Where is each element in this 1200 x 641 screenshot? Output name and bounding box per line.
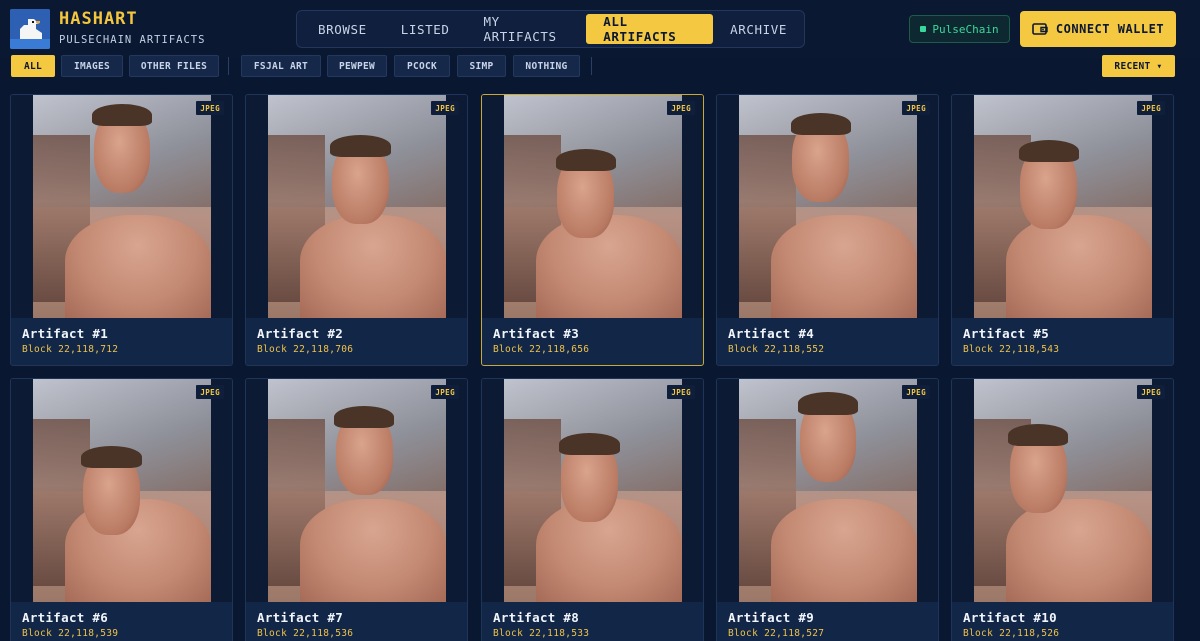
connect-wallet-button[interactable]: CONNECT WALLET <box>1020 11 1176 47</box>
tab-listed[interactable]: LISTED <box>384 14 467 44</box>
artifact-image <box>974 95 1152 318</box>
artifact-image <box>268 379 446 602</box>
artifact-block: Block 22,118,539 <box>22 628 119 639</box>
artifact-thumbnail[interactable]: JPEG <box>482 379 703 602</box>
artifact-thumbnail[interactable]: JPEG <box>246 95 467 318</box>
tab-all-artifacts[interactable]: ALL ARTIFACTS <box>586 14 714 44</box>
format-badge: JPEG <box>1137 101 1165 115</box>
artifact-card[interactable]: JPEG Artifact #1 Block 22,118,712 <box>10 94 233 366</box>
tab-archive[interactable]: ARCHIVE <box>713 14 804 44</box>
artifact-thumbnail[interactable]: JPEG <box>952 379 1173 602</box>
wallet-icon <box>1032 23 1048 35</box>
artifact-block: Block 22,118,552 <box>728 344 825 355</box>
artifact-card[interactable]: JPEG Artifact #5 Block 22,118,543 <box>951 94 1174 366</box>
top-bar: HASHART PULSECHAIN ARTIFACTS BROWSE LIST… <box>0 0 1200 58</box>
artifact-card[interactable]: JPEG Artifact #8 Block 22,118,533 <box>481 378 704 641</box>
artifact-title[interactable]: Artifact #1 <box>22 326 108 341</box>
filter-other-files[interactable]: OTHER FILES <box>129 55 219 77</box>
artifact-thumbnail[interactable]: JPEG <box>717 95 938 318</box>
artifact-title[interactable]: Artifact #5 <box>963 326 1049 341</box>
format-badge: JPEG <box>431 101 459 115</box>
artifact-thumbnail[interactable]: JPEG <box>482 95 703 318</box>
format-badge: JPEG <box>667 385 695 399</box>
artifact-block: Block 22,118,712 <box>22 344 119 355</box>
artifact-card[interactable]: JPEG Artifact #2 Block 22,118,706 <box>245 94 468 366</box>
artifact-title[interactable]: Artifact #3 <box>493 326 579 341</box>
artifact-image <box>268 95 446 318</box>
artifact-thumbnail[interactable]: JPEG <box>11 95 232 318</box>
artifact-block: Block 22,118,533 <box>493 628 590 639</box>
format-badge: JPEG <box>196 101 224 115</box>
format-badge: JPEG <box>196 385 224 399</box>
format-badge: JPEG <box>667 101 695 115</box>
duck-icon[interactable] <box>10 9 50 49</box>
artifact-block: Block 22,118,526 <box>963 628 1060 639</box>
filter-nothing[interactable]: NOTHING <box>513 55 580 77</box>
artifact-card[interactable]: JPEG Artifact #7 Block 22,118,536 <box>245 378 468 641</box>
artifact-image <box>974 379 1152 602</box>
artifact-image <box>33 379 211 602</box>
tab-my-artifacts[interactable]: MY ARTIFACTS <box>467 14 587 44</box>
tab-browse[interactable]: BROWSE <box>301 14 384 44</box>
artifact-image <box>739 95 917 318</box>
brand-subtitle: PULSECHAIN ARTIFACTS <box>59 34 206 46</box>
artifact-card[interactable]: JPEG Artifact #4 Block 22,118,552 <box>716 94 939 366</box>
filter-all[interactable]: ALL <box>11 55 55 77</box>
filter-simp[interactable]: SIMP <box>457 55 506 77</box>
artifact-card[interactable]: JPEG Artifact #3 Block 22,118,656 <box>481 94 704 366</box>
artifact-block: Block 22,118,656 <box>493 344 590 355</box>
filter-images[interactable]: IMAGES <box>61 55 123 77</box>
artifact-title[interactable]: Artifact #6 <box>22 610 108 625</box>
artifact-image <box>504 379 682 602</box>
brand-title[interactable]: HASHART <box>59 9 138 29</box>
filter-divider <box>228 57 229 75</box>
artifact-thumbnail[interactable]: JPEG <box>11 379 232 602</box>
artifact-title[interactable]: Artifact #4 <box>728 326 814 341</box>
format-badge: JPEG <box>902 385 930 399</box>
artifact-image <box>504 95 682 318</box>
main-nav: BROWSE LISTED MY ARTIFACTS ALL ARTIFACTS… <box>296 10 805 48</box>
connect-wallet-label: CONNECT WALLET <box>1055 22 1165 36</box>
filter-fsjal-art[interactable]: FSJAL ART <box>241 55 321 77</box>
artifact-title[interactable]: Artifact #7 <box>257 610 343 625</box>
filter-divider <box>591 57 592 75</box>
artifact-card[interactable]: JPEG Artifact #9 Block 22,118,527 <box>716 378 939 641</box>
format-badge: JPEG <box>902 101 930 115</box>
artifact-block: Block 22,118,706 <box>257 344 354 355</box>
artifact-thumbnail[interactable]: JPEG <box>717 379 938 602</box>
artifact-block: Block 22,118,527 <box>728 628 825 639</box>
sort-dropdown[interactable]: RECENT ▾ <box>1102 55 1175 77</box>
format-badge: JPEG <box>431 385 459 399</box>
artifact-card[interactable]: JPEG Artifact #10 Block 22,118,526 <box>951 378 1174 641</box>
artifact-card[interactable]: JPEG Artifact #6 Block 22,118,539 <box>10 378 233 641</box>
artifact-title[interactable]: Artifact #9 <box>728 610 814 625</box>
artifact-title[interactable]: Artifact #2 <box>257 326 343 341</box>
format-badge: JPEG <box>1137 385 1165 399</box>
artifact-title[interactable]: Artifact #10 <box>963 610 1057 625</box>
network-label: PulseChain <box>932 22 999 36</box>
artifact-block: Block 22,118,543 <box>963 344 1060 355</box>
filter-pcock[interactable]: PCOCK <box>394 55 450 77</box>
network-badge[interactable]: PulseChain <box>909 15 1010 43</box>
artifact-image <box>33 95 211 318</box>
filter-bar: ALL IMAGES OTHER FILES FSJAL ART PEWPEW … <box>0 55 1200 81</box>
artifact-thumbnail[interactable]: JPEG <box>952 95 1173 318</box>
status-dot-icon <box>920 26 927 32</box>
artifact-block: Block 22,118,536 <box>257 628 354 639</box>
filter-pewpew[interactable]: PEWPEW <box>327 55 387 77</box>
artifact-image <box>739 379 917 602</box>
artifact-thumbnail[interactable]: JPEG <box>246 379 467 602</box>
artifact-title[interactable]: Artifact #8 <box>493 610 579 625</box>
